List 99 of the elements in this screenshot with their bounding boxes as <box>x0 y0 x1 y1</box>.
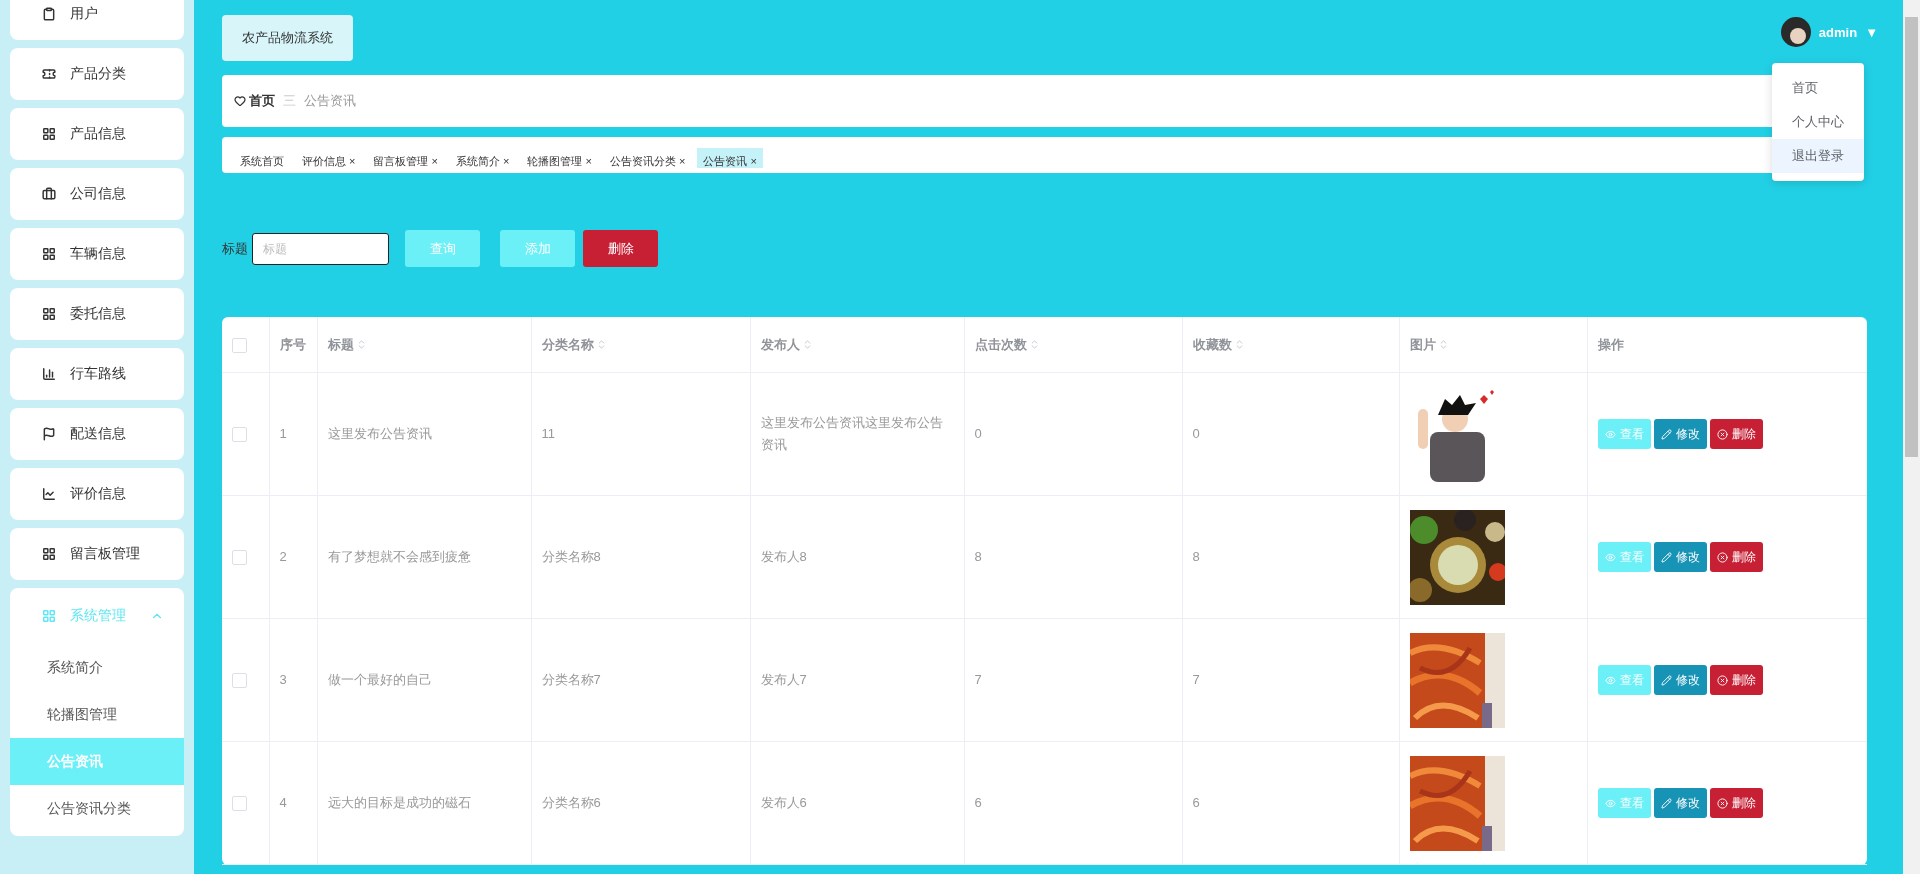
checkbox[interactable] <box>232 337 247 353</box>
column-header[interactable]: 点击次数 <box>974 335 1040 354</box>
table-cell: 2 <box>279 549 287 564</box>
edit-button[interactable]: 修改 <box>1653 542 1707 572</box>
edit-button[interactable]: 修改 <box>1653 665 1707 695</box>
delete-button[interactable]: 删除 <box>1709 665 1763 695</box>
sidebar-subitem[interactable]: 系统简介 <box>10 644 184 691</box>
x-circle-icon <box>1716 674 1728 686</box>
checkbox[interactable] <box>232 673 247 689</box>
tab[interactable]: 公告资讯分类 × <box>603 148 692 168</box>
sidebar-item[interactable]: 委托信息 <box>10 288 184 340</box>
sidebar-item[interactable]: 公司信息 <box>10 168 184 220</box>
grid-icon <box>42 609 56 623</box>
table-cell: 4 <box>279 795 287 810</box>
table-cell: 发布人8 <box>760 549 807 564</box>
sidebar-item[interactable]: 行车路线 <box>10 348 184 400</box>
grid-icon <box>42 547 56 561</box>
table-cell: 6 <box>974 795 982 810</box>
delete-button[interactable]: 删除 <box>583 230 658 267</box>
table-cell: 分类名称7 <box>541 672 601 687</box>
eye-icon <box>1604 428 1616 440</box>
scrollbar[interactable] <box>1903 0 1920 874</box>
sidebar-item[interactable]: 评价信息 <box>10 468 184 520</box>
table-cell: 7 <box>1192 672 1200 687</box>
x-circle-icon <box>1716 797 1728 809</box>
column-header[interactable]: 标题 <box>327 335 367 354</box>
checkbox[interactable] <box>232 427 247 443</box>
table-cell: 分类名称6 <box>541 795 601 810</box>
sidebar-item[interactable]: 产品信息 <box>10 108 184 160</box>
edit-button[interactable]: 修改 <box>1653 788 1707 818</box>
tab[interactable]: 评价信息 × <box>296 148 362 168</box>
pencil-icon <box>1660 551 1672 563</box>
tab[interactable]: 系统简介 × <box>449 148 516 168</box>
table-cell: 这里发布公告资讯 <box>327 426 432 441</box>
edit-button[interactable]: 修改 <box>1653 419 1707 449</box>
menu-item[interactable]: 个人中心 <box>1772 105 1864 139</box>
briefcase-icon <box>42 187 56 201</box>
table-cell: 3 <box>279 672 287 687</box>
table-cell: 6 <box>1192 795 1200 810</box>
breadcrumb-home[interactable]: 首页 <box>234 92 275 110</box>
table-cell: 7 <box>974 672 982 687</box>
pencil-icon <box>1660 428 1672 440</box>
avatar[interactable] <box>1780 17 1811 47</box>
sidebar-item[interactable]: 产品分类 <box>10 48 184 100</box>
eye-icon <box>1604 551 1616 563</box>
table-cell: 有了梦想就不会感到疲惫 <box>327 549 471 564</box>
menu-item[interactable]: 退出登录 <box>1772 139 1864 173</box>
grid-icon <box>42 307 56 321</box>
column-header[interactable]: 图片 <box>1409 335 1449 354</box>
sidebar-item[interactable]: 留言板管理 <box>10 528 184 580</box>
sidebar-item[interactable]: 配送信息 <box>10 408 184 460</box>
clipboard-icon <box>42 7 56 21</box>
eye-icon <box>1604 674 1616 686</box>
sidebar-subitem[interactable]: 公告资讯分类 <box>10 785 184 832</box>
table-cell: 8 <box>974 549 982 564</box>
flag-icon <box>42 427 56 441</box>
column-header: 操作 <box>1597 335 1624 354</box>
sidebar-subitem[interactable]: 轮播图管理 <box>10 691 184 738</box>
x-circle-icon <box>1716 428 1728 440</box>
table-cell: 0 <box>1192 426 1200 441</box>
tab[interactable]: 轮播图管理 × <box>521 148 598 168</box>
column-header: 序号 <box>279 335 306 354</box>
grid-icon <box>42 127 56 141</box>
ticket-icon <box>42 67 56 81</box>
eye-icon <box>1604 797 1616 809</box>
table-cell: 远大的目标是成功的磁石 <box>327 795 471 810</box>
delete-button[interactable]: 删除 <box>1709 419 1763 449</box>
tab[interactable]: 留言板管理 × <box>367 148 444 168</box>
pencil-icon <box>1660 674 1672 686</box>
system-title: 农产品物流系统 <box>222 15 353 61</box>
menu-item[interactable]: 首页 <box>1772 71 1864 105</box>
checkbox[interactable] <box>232 550 247 566</box>
table-cell: 发布人7 <box>760 672 807 687</box>
x-circle-icon <box>1716 551 1728 563</box>
delete-button[interactable]: 删除 <box>1709 542 1763 572</box>
table-cell: 发布人6 <box>760 795 807 810</box>
heart-icon <box>234 95 246 107</box>
table-cell: 8 <box>1192 549 1200 564</box>
tab[interactable]: 公告资讯 × <box>697 148 763 168</box>
column-header[interactable]: 收藏数 <box>1192 335 1245 354</box>
breadcrumb-current: 公告资讯 <box>304 92 356 110</box>
search-label: 标题 <box>222 239 248 258</box>
bar-chart-icon <box>42 367 56 381</box>
sidebar-item[interactable]: 车辆信息 <box>10 228 184 280</box>
grid-icon <box>42 247 56 261</box>
table-cell: 11 <box>541 426 555 441</box>
table-cell: 1 <box>279 426 287 441</box>
checkbox[interactable] <box>232 796 247 812</box>
table-cell: 0 <box>974 426 982 441</box>
sidebar-item[interactable]: 用户 <box>10 0 184 40</box>
column-header[interactable]: 分类名称 <box>541 335 607 354</box>
delete-button[interactable]: 删除 <box>1709 788 1763 818</box>
search-field[interactable]: 标题 <box>252 232 389 265</box>
column-header[interactable]: 发布人 <box>760 335 813 354</box>
tab[interactable]: 系统首页 <box>234 148 290 168</box>
table-cell: 分类名称8 <box>541 549 601 564</box>
table-cell: 这里发布公告资讯这里发布公告资讯 <box>760 415 943 452</box>
line-chart-icon <box>42 487 56 501</box>
pencil-icon <box>1660 797 1672 809</box>
